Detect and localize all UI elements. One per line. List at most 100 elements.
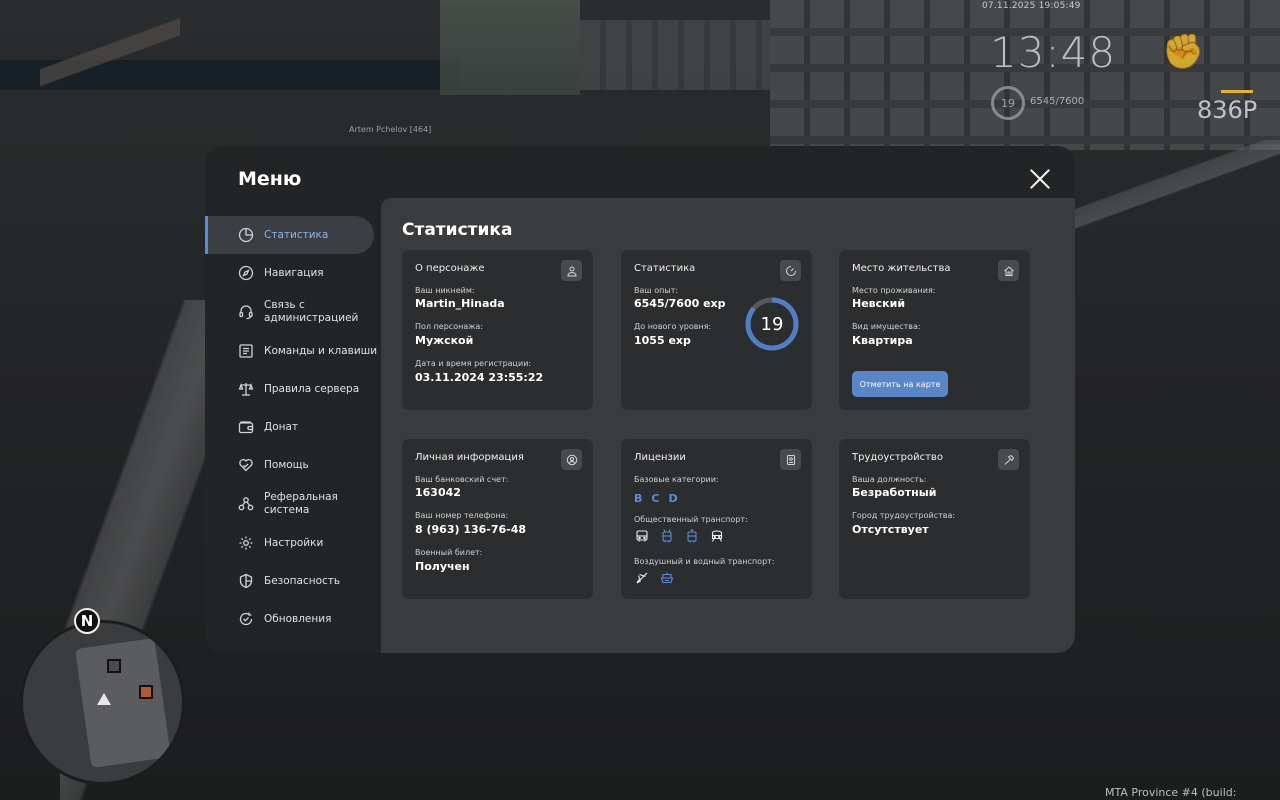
home-icon: [998, 260, 1019, 281]
gender-value: Мужской: [415, 334, 474, 347]
heart-hand-icon: [238, 457, 254, 473]
sidebar-item-donate[interactable]: Донат: [205, 408, 381, 446]
trolleybus-icon: [659, 528, 675, 544]
sidebar-item-admin-contact[interactable]: Связь с администрацией: [205, 292, 381, 332]
sidebar-item-rules[interactable]: Правила сервера: [205, 370, 381, 408]
card-title: Трудоустройство: [852, 452, 943, 463]
card-title: Статистика: [634, 263, 696, 274]
mark-on-map-button[interactable]: Отметить на карте: [852, 371, 948, 397]
hud-money-bar: [1221, 90, 1253, 93]
pie-chart-icon: [238, 227, 254, 243]
close-button[interactable]: [1029, 168, 1051, 190]
boat-icon: [659, 570, 675, 586]
tram-icon: [684, 528, 700, 544]
subway-icon: [709, 528, 725, 544]
menu-title: Меню: [238, 168, 302, 190]
category-c: C: [651, 492, 660, 505]
player-nametag: Artem Pchelov [464]: [349, 125, 432, 134]
sidebar-item-navigation[interactable]: Навигация: [205, 254, 381, 292]
nickname-value: Martin_Hinada: [415, 297, 505, 310]
card-stats: Статистика Ваш опыт: 6545/7600 exp До но…: [621, 250, 812, 410]
card-residence: Место жительства Место проживания: Невск…: [839, 250, 1030, 410]
card-title: Место жительства: [852, 263, 951, 274]
hud-level-badge: 19: [991, 86, 1025, 120]
bank-account-value: 163042: [415, 486, 461, 499]
hammer-icon: [998, 449, 1019, 470]
sidebar-item-label: Помощь: [264, 458, 309, 471]
air-water-transport-icons: [634, 570, 675, 586]
bank-account-label: Ваш банковский счет:: [415, 475, 509, 484]
sidebar-item-label: Безопасность: [264, 574, 341, 587]
phone-label: Ваш номер телефона:: [415, 511, 509, 520]
gauge-icon: [780, 260, 801, 281]
sidebar-item-label: Команды и клавиши: [264, 344, 378, 357]
sidebar-item-label: Навигация: [264, 266, 324, 279]
sidebar-item-label: Реферальная система: [264, 491, 338, 516]
job-position-label: Ваша должность:: [852, 475, 927, 484]
sidebar-item-label: Статистика: [264, 228, 329, 241]
sidebar-item-label: Донат: [264, 420, 299, 433]
sidebar-item-label: Связь с администрацией: [264, 299, 359, 324]
build-info: MTA Province #4 (build: 6.12421.9): [1105, 786, 1237, 800]
card-licenses: Лицензии Базовые категории: B C D Общест…: [621, 439, 812, 599]
minimap-house-blip: [139, 685, 153, 699]
base-categories-label: Базовые категории:: [634, 475, 719, 484]
military-id-value: Получен: [415, 560, 470, 573]
compass-north-icon: N: [74, 608, 100, 634]
sidebar-item-settings[interactable]: Настройки: [205, 524, 381, 562]
card-title: Личная информация: [415, 452, 524, 463]
minimap-land: [75, 638, 171, 768]
compass-icon: [238, 265, 254, 281]
wallet-icon: [238, 419, 254, 435]
property-type-label: Вид имущества:: [852, 322, 921, 331]
next-level-label: До нового уровня:: [634, 322, 712, 331]
property-type-value: Квартира: [852, 334, 913, 347]
hud-money: 836Р: [1197, 96, 1258, 124]
hud-datetime: 07.11.2025 19:05:49: [982, 1, 1081, 11]
keyboard-icon: [238, 343, 254, 359]
id-circle-icon: [561, 449, 582, 470]
sidebar: Статистика Навигация Связь с администрац…: [205, 216, 381, 638]
job-city-value: Отсутствует: [852, 523, 929, 536]
refresh-icon: [238, 611, 254, 627]
job-position-value: Безработный: [852, 486, 937, 499]
card-employment: Трудоустройство Ваша должность: Безработ…: [839, 439, 1030, 599]
exp-value: 6545/7600 exp: [634, 297, 726, 310]
level-value: 19: [760, 313, 784, 335]
card-title: Лицензии: [634, 452, 686, 463]
player-arrow-icon: [97, 693, 111, 705]
sidebar-item-label: Правила сервера: [264, 382, 360, 395]
air-water-transport-label: Воздушный и водный транспорт:: [634, 557, 775, 566]
menu-header: Меню: [205, 146, 1075, 198]
sidebar-item-security[interactable]: Безопасность: [205, 562, 381, 600]
sidebar-item-statistics[interactable]: Статистика: [205, 216, 374, 254]
exp-label: Ваш опыт:: [634, 286, 679, 295]
phone-value: 8 (963) 136-76-48: [415, 523, 527, 536]
sidebar-item-updates[interactable]: Обновления: [205, 600, 381, 638]
scales-icon: [238, 381, 254, 397]
referral-icon: [238, 496, 254, 512]
headset-icon: [238, 304, 254, 320]
sidebar-item-help[interactable]: Помощь: [205, 446, 381, 484]
card-title: О персонаже: [415, 263, 485, 274]
sidebar-item-referral[interactable]: Реферальная система: [205, 484, 381, 524]
menu-window: Меню Статистика Навигация Связь с админи…: [205, 146, 1075, 653]
public-transport-label: Общественный транспорт:: [634, 515, 748, 524]
gear-icon: [238, 535, 254, 551]
military-id-label: Военный билет:: [415, 548, 483, 557]
hud-clock: 13:48: [990, 28, 1117, 77]
sidebar-item-label: Обновления: [264, 612, 332, 625]
license-icon: [780, 449, 801, 470]
bus-icon: [634, 528, 650, 544]
sidebar-item-commands[interactable]: Команды и клавиши: [205, 332, 381, 370]
residence-place-label: Место проживания:: [852, 286, 936, 295]
hud-exp: 6545/7600: [1030, 96, 1085, 107]
content-panel: Статистика О персонаже Ваш никнейм: Mart…: [381, 198, 1075, 653]
plane-icon: [634, 570, 650, 586]
card-character: О персонаже Ваш никнейм: Martin_Hinada П…: [402, 250, 593, 410]
residence-place-value: Невский: [852, 297, 906, 310]
minimap: [20, 620, 185, 785]
content-title: Статистика: [402, 220, 513, 240]
gender-label: Пол персонажа:: [415, 322, 484, 331]
sidebar-item-label: Настройки: [264, 536, 324, 549]
